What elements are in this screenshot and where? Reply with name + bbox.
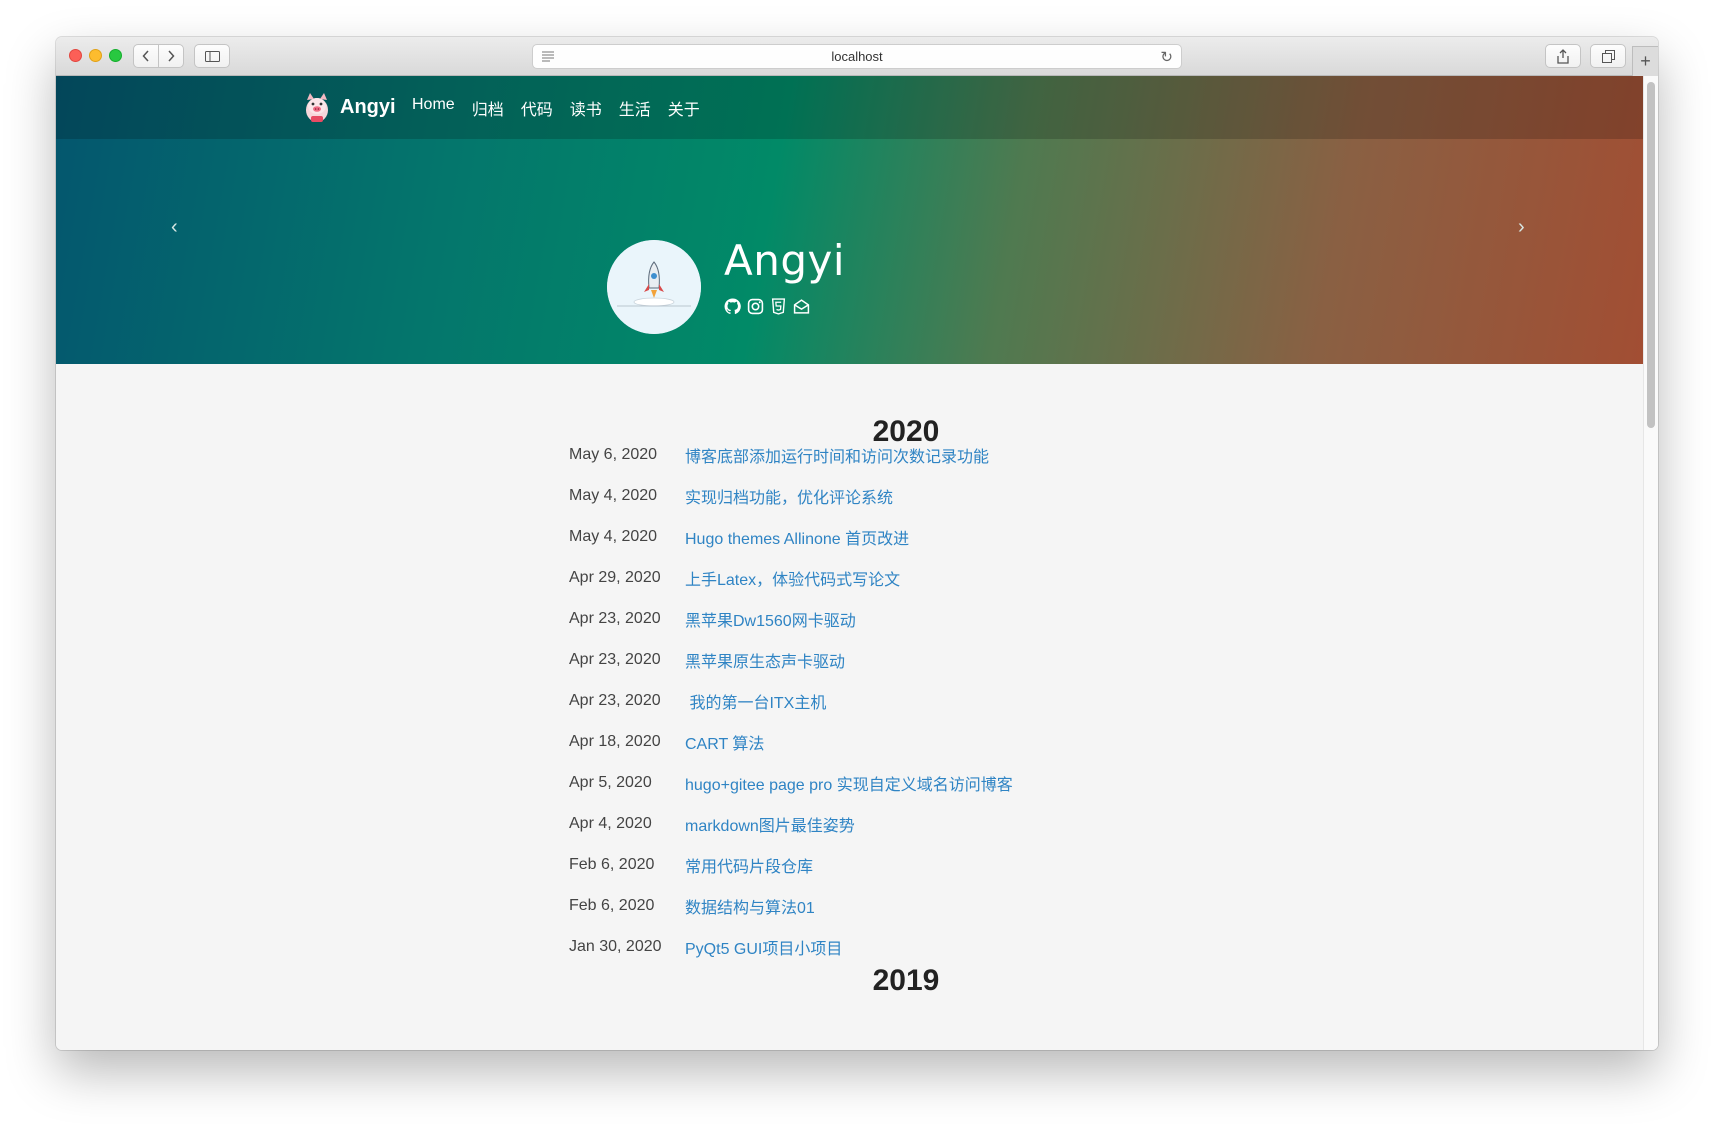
- post-link[interactable]: 实现归档功能，优化评论系统: [685, 484, 893, 508]
- scrollbar-thumb[interactable]: [1647, 82, 1655, 428]
- list-item: Feb 6, 2020 常用代码片段仓库: [569, 851, 813, 879]
- post-date: Feb 6, 2020: [569, 897, 655, 914]
- email-icon[interactable]: [793, 298, 810, 315]
- list-item: Jan 30, 2020 PyQt5 GUI项目小项目: [569, 933, 842, 961]
- post-date: Apr 4, 2020: [569, 815, 652, 832]
- post-link[interactable]: 常用代码片段仓库: [685, 853, 813, 877]
- list-item: May 4, 2020 实现归档功能，优化评论系统: [569, 482, 893, 510]
- browser-toolbar: localhost ↻ +: [56, 37, 1658, 76]
- list-item: Feb 6, 2020 数据结构与算法01: [569, 892, 815, 920]
- html5-icon[interactable]: [770, 298, 787, 315]
- browser-window: localhost ↻ + Angyi Home 归档 代码 读书 生活 关于 …: [56, 37, 1658, 1050]
- nav-reading[interactable]: 读书: [570, 96, 602, 120]
- tabs-overview-icon: [1601, 49, 1615, 63]
- post-date: Apr 18, 2020: [569, 733, 661, 750]
- post-date: May 6, 2020: [569, 446, 658, 463]
- post-date: Apr 23, 2020: [569, 692, 661, 709]
- post-link[interactable]: PyQt5 GUI项目小项目: [685, 935, 842, 959]
- profile-name: Angyi: [724, 236, 846, 285]
- github-icon[interactable]: [724, 298, 741, 315]
- page-viewport[interactable]: Angyi Home 归档 代码 读书 生活 关于 ‹ › Angyi 2020…: [56, 76, 1658, 1050]
- post-date: Apr 23, 2020: [569, 651, 661, 668]
- post-date: Jan 30, 2020: [569, 938, 662, 955]
- pig-logo-icon: [306, 93, 328, 122]
- address-bar[interactable]: localhost ↻: [532, 44, 1182, 69]
- sidebar-toggle-button[interactable]: [194, 44, 230, 68]
- chevron-right-icon: [168, 50, 175, 62]
- post-link[interactable]: 我的第一台ITX主机: [685, 689, 826, 713]
- address-url: localhost: [831, 49, 883, 64]
- nav-life[interactable]: 生活: [619, 96, 651, 120]
- nav-code[interactable]: 代码: [521, 96, 553, 120]
- carousel-prev-icon[interactable]: ‹: [171, 216, 178, 239]
- post-link[interactable]: 上手Latex，体验代码式写论文: [685, 566, 900, 590]
- show-tabs-button[interactable]: [1590, 44, 1626, 68]
- rocket-avatar-icon: [607, 240, 701, 334]
- list-item: Apr 23, 2020 黑苹果Dw1560网卡驱动: [569, 605, 856, 633]
- post-link[interactable]: Hugo themes Allinone 首页改进: [685, 525, 909, 549]
- site-navbar: Angyi Home 归档 代码 读书 生活 关于: [56, 76, 1643, 139]
- list-item: Apr 5, 2020 hugo+gitee page pro 实现自定义域名访…: [569, 769, 1013, 797]
- list-item: May 4, 2020 Hugo themes Allinone 首页改进: [569, 523, 909, 551]
- list-item: Apr 4, 2020 markdown图片最佳姿势: [569, 810, 855, 838]
- share-icon: [1557, 48, 1569, 64]
- post-date: Apr 23, 2020: [569, 610, 661, 627]
- reader-mode-icon[interactable]: [541, 50, 555, 63]
- list-item: May 6, 2020 博客底部添加运行时间和访问次数记录功能: [569, 441, 989, 469]
- social-links: [724, 298, 816, 315]
- post-link[interactable]: markdown图片最佳姿势: [685, 812, 855, 836]
- plus-icon: +: [1640, 51, 1651, 71]
- close-window-button[interactable]: [69, 49, 82, 62]
- main-nav: Home 归档 代码 读书 生活 关于: [412, 96, 717, 120]
- post-date: Feb 6, 2020: [569, 856, 655, 873]
- share-button[interactable]: [1545, 44, 1581, 68]
- site-brand[interactable]: Angyi: [302, 90, 396, 124]
- post-date: Apr 29, 2020: [569, 569, 661, 586]
- post-link[interactable]: 黑苹果原生态声卡驱动: [685, 648, 845, 672]
- sidebar-icon: [204, 50, 220, 62]
- list-item: Apr 29, 2020 上手Latex，体验代码式写论文: [569, 564, 900, 592]
- new-tab-button[interactable]: +: [1632, 46, 1658, 76]
- post-link[interactable]: CART 算法: [685, 730, 764, 754]
- nav-home[interactable]: Home: [412, 96, 455, 120]
- post-link[interactable]: 博客底部添加运行时间和访问次数记录功能: [685, 443, 989, 467]
- carousel-next-icon[interactable]: ›: [1518, 216, 1525, 239]
- brand-name: Angyi: [340, 95, 396, 118]
- list-item: Apr 23, 2020 黑苹果原生态声卡驱动: [569, 646, 845, 674]
- post-date: Apr 5, 2020: [569, 774, 652, 791]
- instagram-icon[interactable]: [747, 298, 764, 315]
- list-item: Apr 23, 2020 我的第一台ITX主机: [569, 687, 826, 715]
- reload-icon[interactable]: ↻: [1160, 48, 1173, 66]
- avatar: [607, 240, 701, 334]
- nav-about[interactable]: 关于: [668, 96, 700, 120]
- nav-archive[interactable]: 归档: [472, 96, 504, 120]
- post-date: May 4, 2020: [569, 487, 658, 504]
- minimize-window-button[interactable]: [89, 49, 102, 62]
- next-year-heading: 2019: [872, 964, 940, 997]
- post-link[interactable]: 黑苹果Dw1560网卡驱动: [685, 607, 856, 631]
- forward-button[interactable]: [158, 44, 184, 68]
- hero-banner: Angyi Home 归档 代码 读书 生活 关于 ‹ › Angyi: [56, 76, 1643, 364]
- post-link[interactable]: hugo+gitee page pro 实现自定义域名访问博客: [685, 771, 1013, 795]
- list-item: Apr 18, 2020 CART 算法: [569, 728, 764, 756]
- back-button[interactable]: [133, 44, 159, 68]
- post-link[interactable]: 数据结构与算法01: [685, 894, 815, 918]
- scrollbar[interactable]: [1643, 76, 1658, 1050]
- zoom-window-button[interactable]: [109, 49, 122, 62]
- post-date: May 4, 2020: [569, 528, 658, 545]
- chevron-left-icon: [142, 50, 149, 62]
